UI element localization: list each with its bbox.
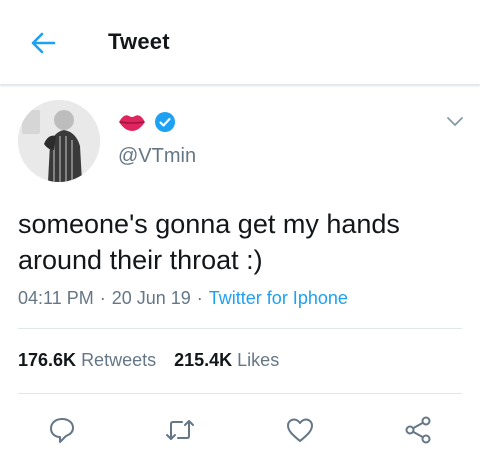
tweet-meta: 04:11 PM · 20 Jun 19 · Twitter for Iphone bbox=[18, 288, 348, 309]
tweet-time: 04:11 PM bbox=[18, 288, 94, 308]
user-handle[interactable]: @VTmin bbox=[118, 145, 196, 168]
lips-emoji-icon bbox=[119, 115, 145, 131]
tweet-text: someone's gonna get my hands around thei… bbox=[18, 209, 400, 275]
likes-stat[interactable]: 215.4K Likes bbox=[174, 350, 279, 370]
top-bar: Tweet bbox=[0, 0, 480, 85]
reply-button[interactable] bbox=[42, 410, 82, 450]
retweet-icon bbox=[166, 420, 194, 440]
reply-icon bbox=[50, 418, 74, 443]
more-options-button[interactable] bbox=[445, 115, 465, 129]
likes-label: Likes bbox=[237, 350, 280, 370]
retweets-count: 176.6K bbox=[18, 350, 77, 370]
engagement-stats: 176.6K Retweets 215.4K Likes bbox=[18, 350, 279, 371]
divider bbox=[18, 393, 462, 394]
retweets-label: Retweets bbox=[81, 350, 157, 370]
retweets-stat[interactable]: 176.6K Retweets bbox=[18, 350, 156, 370]
tweet-date: 20 Jun 19 bbox=[111, 288, 191, 308]
share-button[interactable] bbox=[398, 410, 438, 450]
action-bar bbox=[0, 410, 480, 450]
meta-separator: · bbox=[196, 288, 203, 308]
meta-separator: · bbox=[99, 288, 106, 308]
chevron-down-icon bbox=[447, 117, 463, 126]
avatar[interactable] bbox=[18, 100, 100, 182]
display-name[interactable] bbox=[118, 110, 176, 134]
verified-badge-icon bbox=[155, 112, 175, 132]
page-title: Tweet bbox=[108, 29, 170, 54]
like-icon bbox=[287, 418, 313, 442]
arrow-left-icon bbox=[31, 32, 56, 54]
likes-count: 215.4K bbox=[174, 350, 233, 370]
divider bbox=[18, 328, 462, 329]
like-button[interactable] bbox=[280, 410, 320, 450]
tweet-source-link[interactable]: Twitter for Iphone bbox=[209, 288, 348, 308]
share-icon bbox=[405, 416, 431, 444]
profile-photo bbox=[18, 100, 100, 182]
back-button[interactable] bbox=[28, 28, 58, 58]
retweet-button[interactable] bbox=[160, 410, 200, 450]
